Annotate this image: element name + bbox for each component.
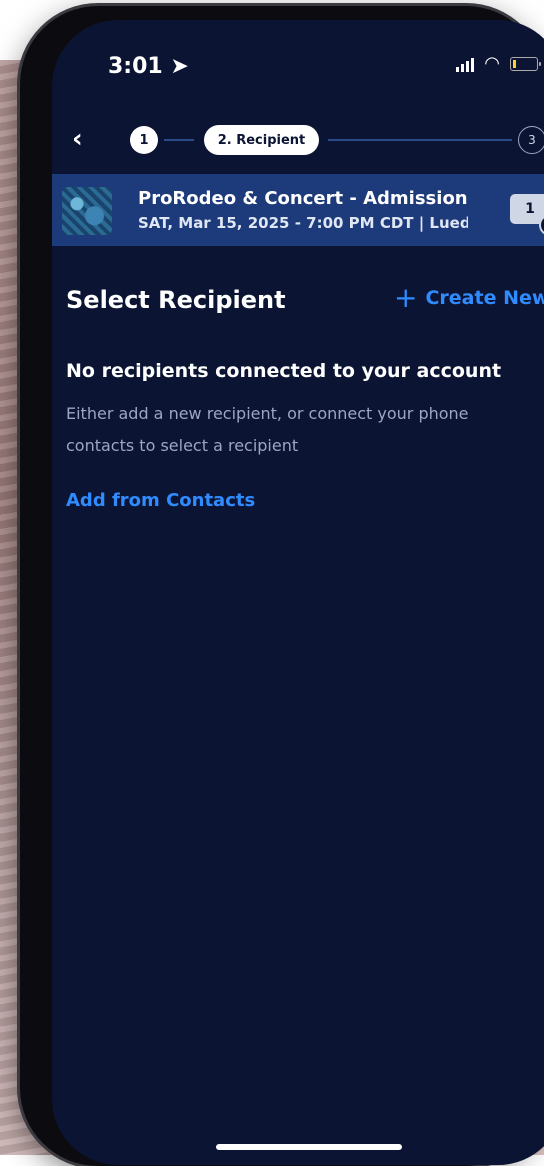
ticket-icon: 1	[510, 194, 544, 224]
create-new-label: Create New	[425, 287, 544, 309]
ticket-count: 1	[525, 201, 535, 217]
battery-icon	[510, 57, 541, 71]
step-connector	[328, 139, 512, 141]
empty-state-description: Either add a new recipient, or connect y…	[66, 404, 469, 455]
status-time: 3:01 ➤	[108, 54, 189, 79]
add-from-contacts-link[interactable]: Add from Contacts	[66, 490, 255, 511]
signal-icon	[456, 56, 475, 72]
event-card[interactable]: ProRodeo & Concert - Admission SAT, Mar …	[52, 174, 544, 246]
step-2-recipient: 2. Recipient	[204, 125, 319, 155]
home-indicator	[216, 1144, 402, 1150]
event-thumbnail	[62, 187, 112, 235]
stepper: ‹ 1 2. Recipient 3	[52, 120, 544, 160]
wifi-icon: ◠	[484, 53, 500, 74]
phone-frame: 3:01 ➤ ◠ ‹ 1 2. Recipient 3 ProRodeo & C…	[20, 6, 544, 1166]
section-title: Select Recipient	[66, 286, 286, 314]
chevron-left-icon[interactable]: ‹	[72, 124, 83, 154]
event-title: ProRodeo & Concert - Admission	[138, 188, 468, 209]
step-connector	[164, 139, 194, 141]
app-screen: 3:01 ➤ ◠ ‹ 1 2. Recipient 3 ProRodeo & C…	[52, 20, 544, 1165]
create-new-button[interactable]: + Create New	[394, 281, 544, 314]
step-3: 3	[518, 126, 544, 154]
empty-state-title: No recipients connected to your account	[66, 360, 502, 382]
plus-icon: +	[394, 281, 418, 314]
step-1[interactable]: 1	[130, 126, 158, 154]
location-arrow-icon: ➤	[170, 54, 189, 79]
status-icons: ◠	[456, 53, 541, 74]
event-subtitle: SAT, Mar 15, 2025 - 7:00 PM CDT | Lued	[138, 214, 468, 232]
